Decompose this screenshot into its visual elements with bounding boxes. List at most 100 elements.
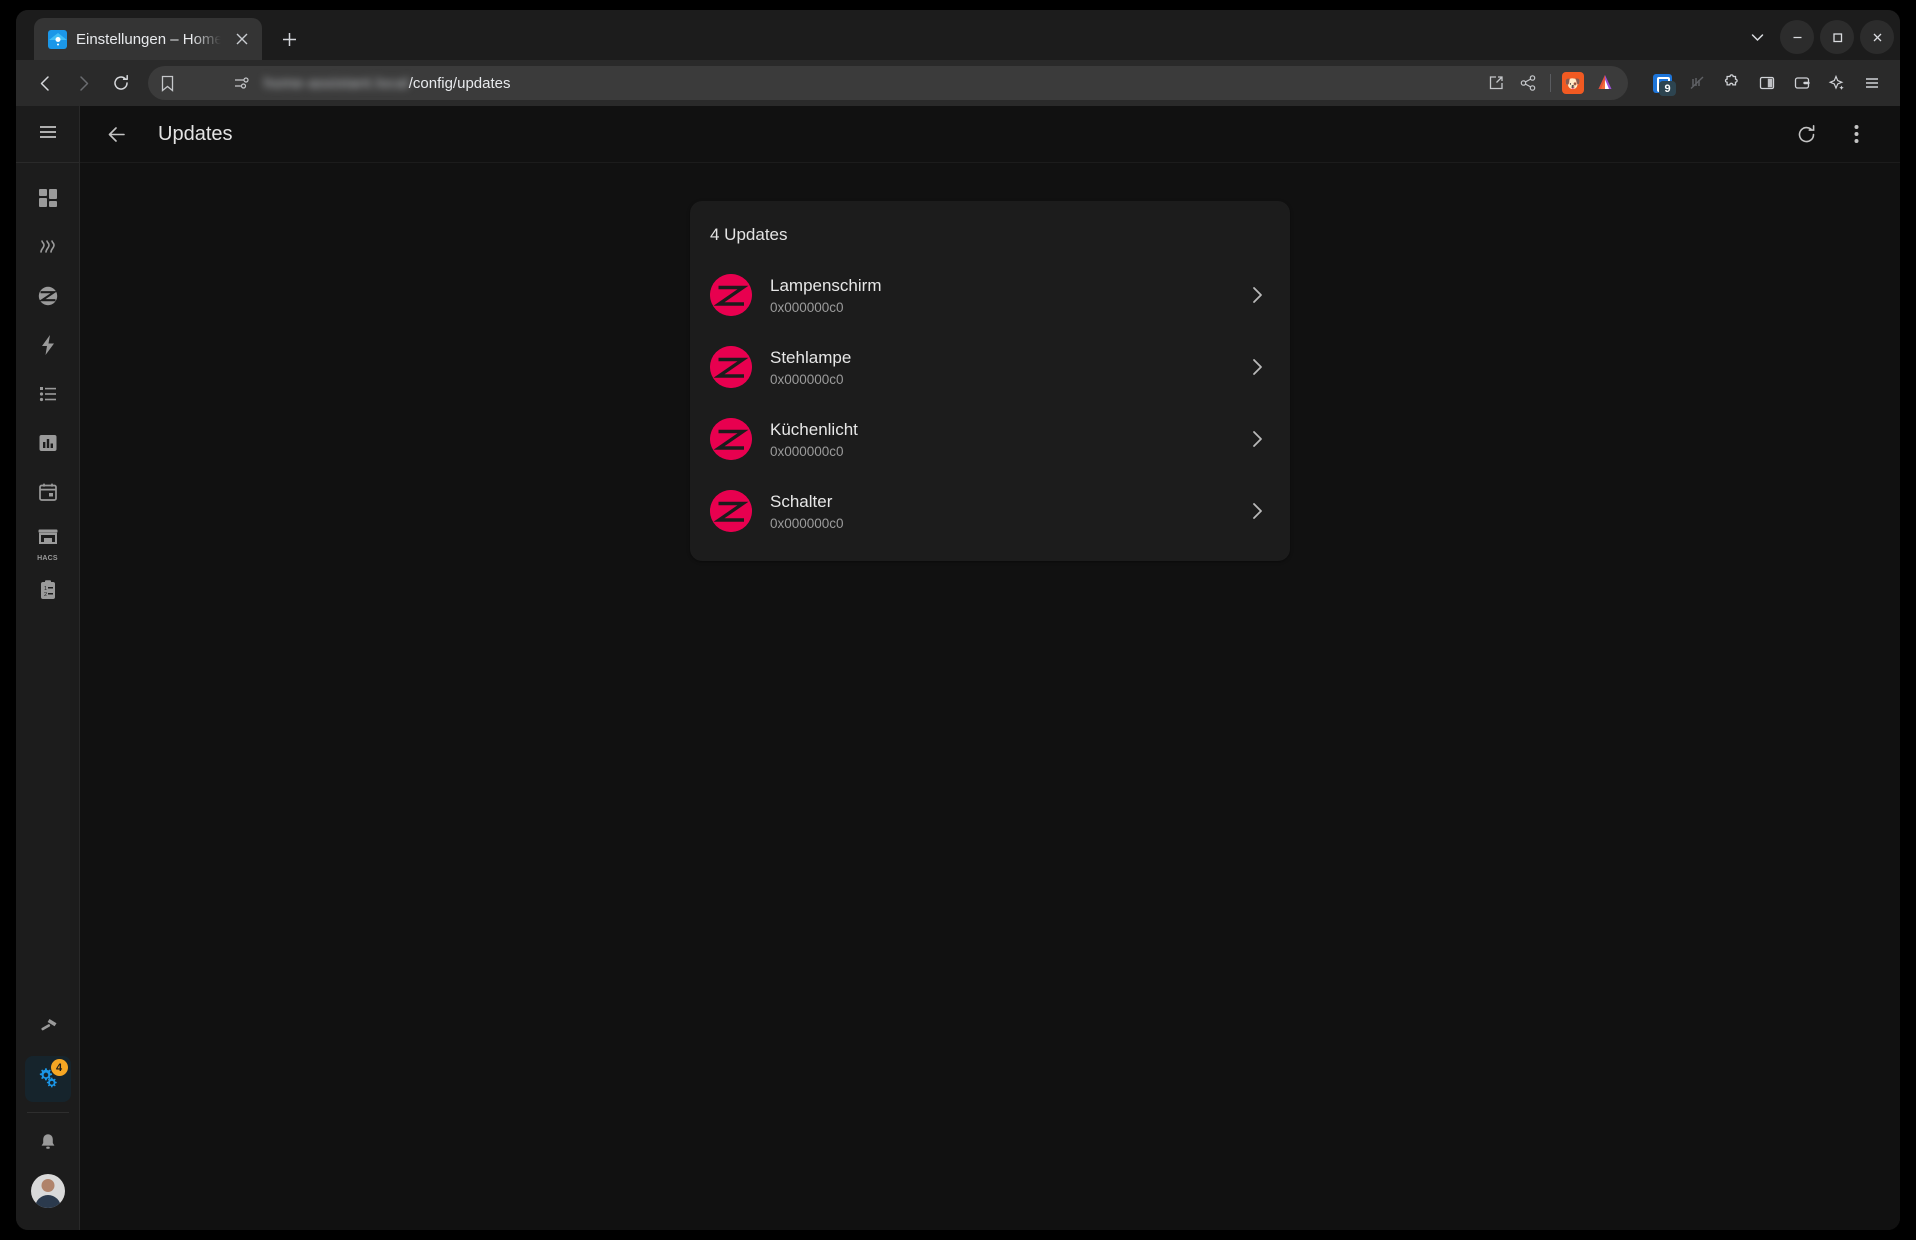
content-area: Updates 4 Updates Lampenschirm 0x000000c…	[80, 106, 1900, 1230]
sidebar-item-calendar[interactable]	[25, 471, 71, 517]
hammer-icon	[37, 1017, 59, 1044]
sidebar-item-zigbee[interactable]	[25, 275, 71, 321]
extension-badged-icon[interactable]: 9	[1646, 67, 1678, 99]
page-header: Updates	[80, 106, 1900, 163]
browser-toolbar-actions: 9	[1638, 67, 1888, 99]
page-title: Updates	[158, 122, 233, 145]
share-icon[interactable]	[1513, 68, 1543, 98]
svg-text:2: 2	[44, 592, 47, 598]
back-arrow-icon[interactable]	[94, 112, 138, 156]
zigbee-logo-icon	[710, 346, 752, 388]
close-icon[interactable]	[230, 27, 254, 51]
extensions-puzzle-icon[interactable]	[1716, 67, 1748, 99]
update-row[interactable]: Küchenlicht 0x000000c0	[690, 403, 1290, 475]
update-row-text: Stehlampe 0x000000c0	[770, 347, 1222, 387]
chevron-right-icon[interactable]	[1240, 494, 1274, 528]
update-version: 0x000000c0	[770, 372, 844, 388]
chevron-right-icon[interactable]	[1240, 278, 1274, 312]
tab-strip: Einstellungen – Home Assistant	[16, 10, 1900, 60]
site-settings-icon[interactable]	[226, 68, 256, 98]
update-row-text: Schalter 0x000000c0	[770, 491, 1222, 531]
update-name: Stehlampe	[770, 347, 852, 367]
list-icon	[37, 383, 59, 410]
divider	[1550, 74, 1551, 92]
sidebar-menu-button[interactable]	[16, 106, 79, 163]
sidebar-item-history[interactable]	[25, 422, 71, 468]
sidebar-item-logbook[interactable]	[25, 373, 71, 419]
address-bar[interactable]: home-assistant.local/config/updates 🐶	[148, 66, 1628, 100]
settings-badge: 4	[50, 1059, 68, 1076]
brave-shields-icon[interactable]: 🐶	[1558, 68, 1588, 98]
update-row-text: Lampenschirm 0x000000c0	[770, 275, 1222, 315]
hacs-label: HACS	[37, 555, 58, 562]
update-version: 0x000000c0	[770, 300, 844, 316]
update-row-text: Küchenlicht 0x000000c0	[770, 419, 1222, 459]
user-avatar[interactable]	[30, 1174, 65, 1208]
url-text: home-assistant.local/config/updates	[260, 75, 1477, 92]
update-name: Lampenschirm	[770, 275, 882, 295]
address-bar-actions: 🐶	[1481, 68, 1620, 98]
clipboard-list-icon: 1 2	[37, 579, 59, 606]
chevron-right-icon[interactable]	[1240, 422, 1274, 456]
zigbee-logo-icon	[710, 274, 752, 316]
browser-menu-icon[interactable]	[1856, 67, 1888, 99]
tab-title: Einstellungen – Home Assistant	[76, 30, 221, 48]
home-assistant-favicon	[48, 29, 67, 49]
update-version: 0x000000c0	[770, 444, 844, 460]
browser-tab[interactable]: Einstellungen – Home Assistant	[34, 18, 262, 60]
updates-card-title: 4 Updates	[710, 225, 788, 244]
extension-muted-icon[interactable]	[1681, 67, 1713, 99]
zigbee-logo-icon	[710, 418, 752, 460]
extension-badge: 9	[1659, 81, 1676, 96]
calendar-icon	[37, 481, 59, 508]
sidebar-item-energy[interactable]	[25, 324, 71, 370]
updates-card: 4 Updates Lampenschirm 0x000000c0 Stehla…	[690, 201, 1290, 561]
forward-icon	[66, 66, 100, 100]
window-controls	[1740, 20, 1894, 60]
open-in-new-icon[interactable]	[1481, 68, 1511, 98]
brave-rewards-icon[interactable]	[1590, 68, 1620, 98]
refresh-icon[interactable]	[1784, 112, 1828, 156]
update-version: 0x000000c0	[770, 516, 844, 532]
update-row[interactable]: Lampenschirm 0x000000c0	[690, 259, 1290, 331]
sidebar-item-notifications[interactable]	[25, 1122, 71, 1168]
zigbee-logo-icon	[710, 490, 752, 532]
sidebar-item-heating[interactable]	[25, 226, 71, 272]
maximize-icon[interactable]	[1820, 20, 1854, 54]
overflow-menu-icon[interactable]	[1834, 112, 1878, 156]
lightning-bolt-icon	[37, 334, 59, 361]
close-window-icon[interactable]	[1860, 20, 1894, 54]
update-name: Schalter	[770, 491, 833, 511]
bell-icon	[37, 1132, 59, 1159]
new-tab-button[interactable]	[272, 22, 306, 56]
minimize-icon[interactable]	[1780, 20, 1814, 54]
navigation-toolbar: home-assistant.local/config/updates 🐶 9	[16, 60, 1900, 106]
dashboard-grid-icon	[37, 187, 59, 214]
hamburger-icon	[37, 121, 59, 148]
sidebar-divider	[26, 1112, 69, 1113]
bookmark-icon[interactable]	[152, 68, 182, 98]
page-viewport: HACS 1 2 4 Updates 4 Updates Lampenschir…	[16, 106, 1900, 1230]
chevron-right-icon[interactable]	[1240, 350, 1274, 384]
sidebar-item-settings[interactable]: 4	[24, 1056, 71, 1102]
hacs-store-icon	[36, 527, 60, 554]
sidebar-item-developer-tools[interactable]	[25, 1007, 71, 1053]
url-path: /config/updates	[408, 74, 511, 92]
leo-ai-icon[interactable]	[1821, 67, 1853, 99]
wallet-icon[interactable]	[1786, 67, 1818, 99]
header-actions	[1784, 112, 1878, 156]
back-icon[interactable]	[28, 66, 62, 100]
tab-search-icon[interactable]	[1740, 20, 1774, 54]
sidebar-item-todo[interactable]: 1 2	[25, 569, 71, 615]
reload-icon[interactable]	[104, 66, 138, 100]
sidebar-item-hacs[interactable]: HACS	[25, 520, 71, 566]
heat-waves-icon	[36, 235, 60, 264]
update-row[interactable]: Stehlampe 0x000000c0	[690, 331, 1290, 403]
url-host-redacted: home-assistant.local	[264, 74, 409, 92]
bar-chart-icon	[37, 432, 59, 459]
sidebar-panel-icon[interactable]	[1751, 67, 1783, 99]
sidebar-item-dashboard[interactable]	[25, 177, 71, 223]
update-name: Küchenlicht	[770, 419, 858, 439]
main-content: 4 Updates Lampenschirm 0x000000c0 Stehla…	[80, 163, 1900, 1230]
update-row[interactable]: Schalter 0x000000c0	[690, 475, 1290, 547]
